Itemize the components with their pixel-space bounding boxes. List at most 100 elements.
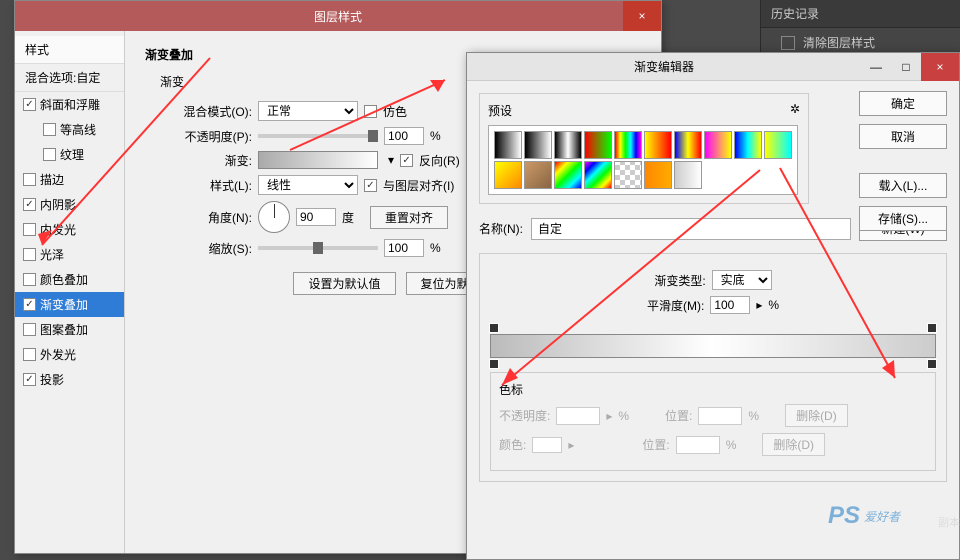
history-item-label: 清除图层样式: [803, 34, 875, 51]
sidebar-item-label: 斜面和浮雕: [40, 96, 100, 113]
checkbox[interactable]: ✓: [23, 198, 36, 211]
sidebar-item[interactable]: 内发光: [15, 217, 124, 242]
gradient-swatch[interactable]: [614, 131, 642, 159]
checkbox[interactable]: [23, 173, 36, 186]
scale-slider[interactable]: [258, 246, 378, 250]
gradient-swatch[interactable]: [554, 131, 582, 159]
preset-grid: [488, 125, 798, 195]
load-button[interactable]: 载入(L)...: [859, 173, 947, 198]
smooth-input[interactable]: [710, 296, 750, 314]
blend-mode-label: 混合模式(O):: [160, 103, 252, 120]
close-button[interactable]: ×: [623, 1, 661, 31]
name-input[interactable]: [531, 218, 851, 240]
style-label: 样式(L):: [160, 177, 252, 194]
sidebar-item[interactable]: 纹理: [15, 142, 124, 167]
reverse-checkbox[interactable]: ✓: [400, 154, 413, 167]
sidebar-item[interactable]: 外发光: [15, 342, 124, 367]
style-select[interactable]: 线性: [258, 175, 358, 195]
cs-position-input: [698, 407, 742, 425]
reverse-label: 反向(R): [419, 152, 460, 169]
name-label: 名称(N):: [479, 220, 523, 237]
opacity-stop-left[interactable]: [489, 323, 499, 333]
gradient-swatch[interactable]: [734, 131, 762, 159]
type-select[interactable]: 实底: [712, 270, 772, 290]
layer-style-sidebar: 样式 混合选项:自定 ✓ 斜面和浮雕等高线纹理描边 ✓内阴影内发光光泽颜色叠加 ✓渐变…: [15, 31, 125, 553]
sidebar-item[interactable]: ✓ 斜面和浮雕: [15, 92, 124, 117]
maximize-button[interactable]: □: [891, 53, 921, 81]
cancel-button[interactable]: 取消: [859, 124, 947, 149]
cs-position-input2: [676, 436, 720, 454]
gradient-preview[interactable]: [258, 151, 378, 169]
gradient-swatch[interactable]: [674, 161, 702, 189]
gradient-swatch[interactable]: [524, 161, 552, 189]
sidebar-item-label: 颜色叠加: [40, 271, 88, 288]
sidebar-item[interactable]: ✓内阴影: [15, 192, 124, 217]
align-checkbox[interactable]: ✓: [364, 179, 377, 192]
checkbox[interactable]: [23, 248, 36, 261]
gradient-swatch[interactable]: [554, 161, 582, 189]
sidebar-item[interactable]: 颜色叠加: [15, 267, 124, 292]
align-label: 与图层对齐(I): [383, 177, 454, 194]
gradient-bar[interactable]: [490, 334, 936, 358]
checkbox[interactable]: [23, 273, 36, 286]
sidebar-item-label: 外发光: [40, 346, 76, 363]
checkbox[interactable]: ✓: [23, 373, 36, 386]
opacity-input[interactable]: [384, 127, 424, 145]
gradient-swatch[interactable]: [494, 161, 522, 189]
checkbox[interactable]: [43, 148, 56, 161]
sidebar-item[interactable]: 描边: [15, 167, 124, 192]
reset-align-button[interactable]: 重置对齐: [370, 206, 448, 229]
sidebar-item[interactable]: 等高线: [15, 117, 124, 142]
gradient-swatch[interactable]: [584, 161, 612, 189]
cs-delete-button: 删除(D): [785, 404, 848, 427]
checkbox[interactable]: [23, 323, 36, 336]
angle-unit: 度: [342, 209, 354, 226]
sidebar-header[interactable]: 样式: [15, 36, 124, 64]
opacity-slider[interactable]: [258, 134, 378, 138]
opacity-stop-right[interactable]: [927, 323, 937, 333]
sidebar-item-label: 投影: [40, 371, 64, 388]
sidebar-item[interactable]: 光泽: [15, 242, 124, 267]
sidebar-subtitle[interactable]: 混合选项:自定: [15, 64, 124, 92]
gradient-swatch[interactable]: [674, 131, 702, 159]
gradient-editor-window: 渐变编辑器 ― □ × 确定 取消 载入(L)... 存储(S)... 预设 ✲…: [466, 52, 960, 560]
cs-position-label: 位置:: [665, 407, 692, 424]
layer-style-titlebar: 图层样式 ×: [15, 1, 661, 31]
save-button[interactable]: 存储(S)...: [859, 206, 947, 231]
minimize-button[interactable]: ―: [861, 53, 891, 81]
color-stop-right[interactable]: [927, 359, 937, 369]
close-button[interactable]: ×: [921, 53, 959, 81]
dither-checkbox[interactable]: [364, 105, 377, 118]
checkbox[interactable]: ✓: [23, 98, 36, 111]
gear-icon[interactable]: ✲: [790, 102, 800, 119]
sidebar-item-label: 光泽: [40, 246, 64, 263]
gradient-label: 渐变:: [160, 152, 252, 169]
color-stop-left[interactable]: [489, 359, 499, 369]
gradient-swatch[interactable]: [614, 161, 642, 189]
sidebar-item-label: 描边: [40, 171, 64, 188]
gradient-swatch[interactable]: [494, 131, 522, 159]
set-default-button[interactable]: 设置为默认值: [293, 272, 395, 295]
cs-color-box: [532, 437, 562, 453]
gradient-swatch[interactable]: [764, 131, 792, 159]
gradient-swatch[interactable]: [644, 161, 672, 189]
gradient-swatch[interactable]: [644, 131, 672, 159]
checkbox[interactable]: [23, 348, 36, 361]
dither-label: 仿色: [383, 103, 407, 120]
gradient-swatch[interactable]: [584, 131, 612, 159]
sidebar-item[interactable]: ✓渐变叠加: [15, 292, 124, 317]
sidebar-item[interactable]: 图案叠加: [15, 317, 124, 342]
opacity-label: 不透明度(P):: [160, 128, 252, 145]
angle-input[interactable]: [296, 208, 336, 226]
ok-button[interactable]: 确定: [859, 91, 947, 116]
angle-dial[interactable]: [258, 201, 290, 233]
checkbox[interactable]: [23, 223, 36, 236]
gradient-swatch[interactable]: [524, 131, 552, 159]
blend-mode-select[interactable]: 正常: [258, 101, 358, 121]
checkbox[interactable]: [43, 123, 56, 136]
scale-input[interactable]: [384, 239, 424, 257]
cs-opacity-input: [556, 407, 600, 425]
checkbox[interactable]: ✓: [23, 298, 36, 311]
sidebar-item[interactable]: ✓ 投影: [15, 367, 124, 392]
gradient-swatch[interactable]: [704, 131, 732, 159]
